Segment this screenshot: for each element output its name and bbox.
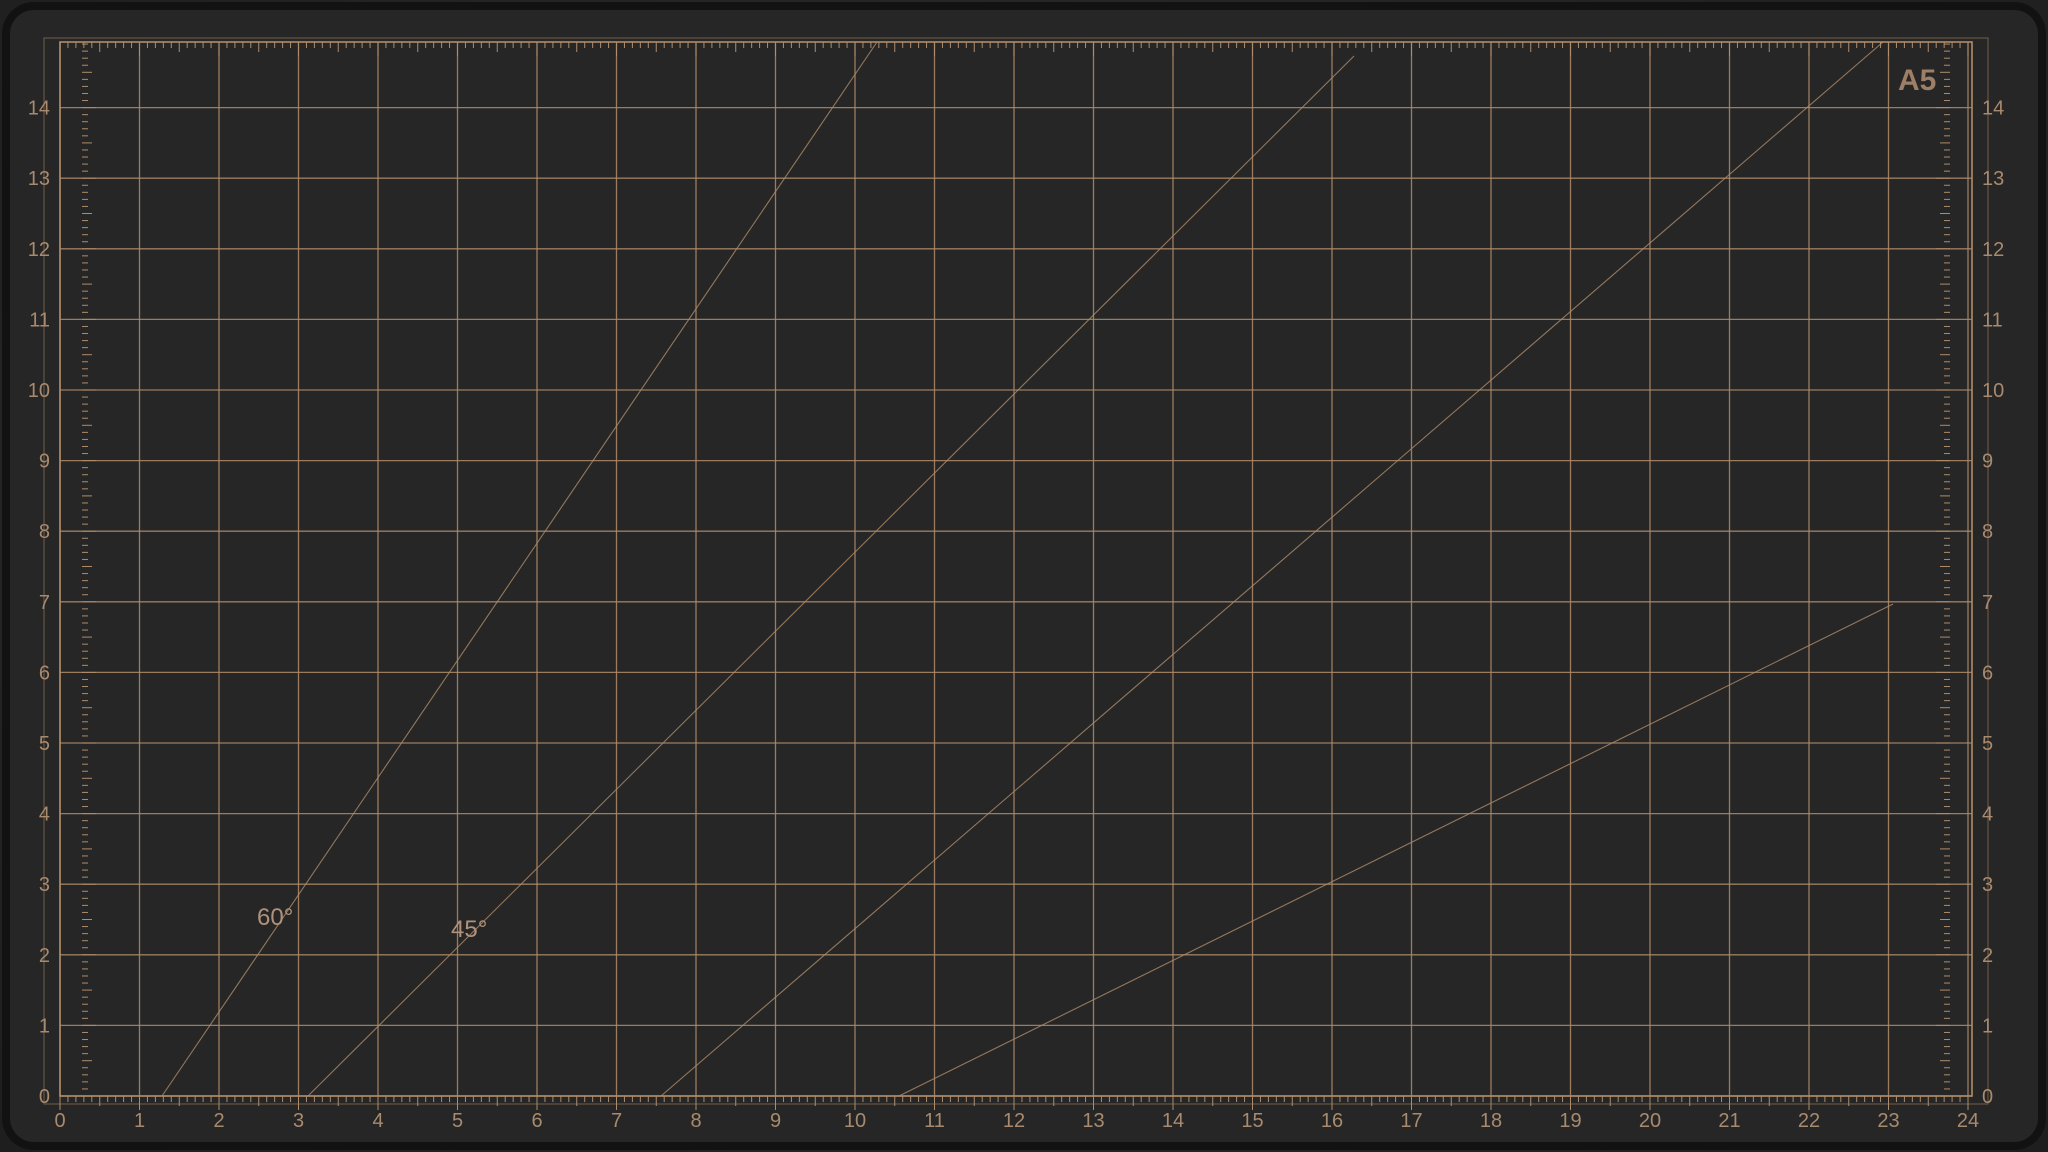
ruler-label-right: 12 bbox=[1982, 239, 2004, 261]
ruler-label-bottom: 9 bbox=[770, 1110, 781, 1132]
ruler-label-right: 4 bbox=[1982, 804, 1993, 826]
mat-base bbox=[2, 2, 2046, 1150]
ruler-label-right: 11 bbox=[1982, 309, 2003, 331]
ruler-label-right: 10 bbox=[1982, 380, 2004, 402]
ruler-label-bottom: 20 bbox=[1639, 1110, 1661, 1132]
ruler-label-bottom: 6 bbox=[531, 1110, 542, 1132]
ruler-label-bottom: 1 bbox=[134, 1110, 145, 1132]
ruler-label-bottom: 22 bbox=[1798, 1110, 1820, 1132]
ruler-label-left: 8 bbox=[39, 521, 50, 543]
ruler-label-bottom: 8 bbox=[690, 1110, 701, 1132]
ruler-label-right: 9 bbox=[1982, 451, 1993, 473]
ruler-label-right: 3 bbox=[1982, 874, 1993, 896]
ruler-label-bottom: 12 bbox=[1003, 1110, 1025, 1132]
ruler-label-left: 14 bbox=[28, 98, 50, 120]
ruler-label-bottom: 2 bbox=[213, 1110, 224, 1132]
ruler-label-bottom: 7 bbox=[611, 1110, 622, 1132]
ruler-label-left: 11 bbox=[29, 309, 50, 331]
ruler-label-right: 7 bbox=[1982, 592, 1993, 614]
ruler-label-left: 4 bbox=[39, 804, 50, 826]
ruler-label-left: 6 bbox=[39, 662, 50, 684]
ruler-label-bottom: 13 bbox=[1082, 1110, 1104, 1132]
ruler-label-left: 1 bbox=[39, 1015, 50, 1037]
ruler-label-bottom: 5 bbox=[452, 1110, 463, 1132]
ruler-label-bottom: 15 bbox=[1241, 1110, 1263, 1132]
angle-label-45: 45° bbox=[451, 916, 487, 943]
ruler-label-left: 12 bbox=[28, 239, 50, 261]
ruler-label-bottom: 4 bbox=[372, 1110, 383, 1132]
ruler-label-left: 7 bbox=[39, 592, 50, 614]
ruler-label-left: 13 bbox=[28, 168, 50, 190]
ruler-label-right: 2 bbox=[1982, 945, 1993, 967]
ruler-label-left: 2 bbox=[39, 945, 50, 967]
ruler-label-right: 5 bbox=[1982, 733, 1993, 755]
ruler-label-right: 8 bbox=[1982, 521, 1993, 543]
ruler-label-right: 0 bbox=[1982, 1086, 1993, 1108]
ruler-label-bottom: 24 bbox=[1957, 1110, 1979, 1132]
ruler-label-left: 5 bbox=[39, 733, 50, 755]
photo-scene: 0 1 2 3 4 5 6 7 8 9 10 11 12 13 14 15 16 17 18 19 20 21 22 23 24… bbox=[0, 0, 2048, 1152]
ruler-label-bottom: 18 bbox=[1480, 1110, 1502, 1132]
ruler-label-bottom: 11 bbox=[924, 1110, 945, 1132]
mat-size-label: A5 bbox=[1898, 64, 1936, 97]
ruler-label-bottom: 23 bbox=[1877, 1110, 1899, 1132]
ruler-label-bottom: 10 bbox=[844, 1110, 866, 1132]
cutting-mat: 0 1 2 3 4 5 6 7 8 9 10 11 12 13 14 15 16 17 18 19 20 21 22 23 24… bbox=[2, 2, 2046, 1150]
ruler-label-bottom: 14 bbox=[1162, 1110, 1184, 1132]
ruler-label-bottom: 17 bbox=[1400, 1110, 1422, 1132]
ruler-label-right: 13 bbox=[1982, 168, 2004, 190]
ruler-label-bottom: 19 bbox=[1559, 1110, 1581, 1132]
ruler-label-bottom: 21 bbox=[1718, 1110, 1740, 1132]
ruler-label-bottom: 3 bbox=[293, 1110, 304, 1132]
ruler-label-bottom: 16 bbox=[1321, 1110, 1343, 1132]
ruler-label-left: 0 bbox=[39, 1086, 50, 1108]
ruler-label-left: 10 bbox=[28, 380, 50, 402]
ruler-label-right: 1 bbox=[1982, 1015, 1993, 1037]
ruler-label-right: 6 bbox=[1982, 662, 1993, 684]
ruler-label-right: 14 bbox=[1982, 98, 2004, 120]
ruler-label-left: 3 bbox=[39, 874, 50, 896]
ruler-label-bottom: 0 bbox=[54, 1110, 65, 1132]
angle-label-60: 60° bbox=[257, 904, 293, 931]
ruler-label-left: 9 bbox=[39, 451, 50, 473]
